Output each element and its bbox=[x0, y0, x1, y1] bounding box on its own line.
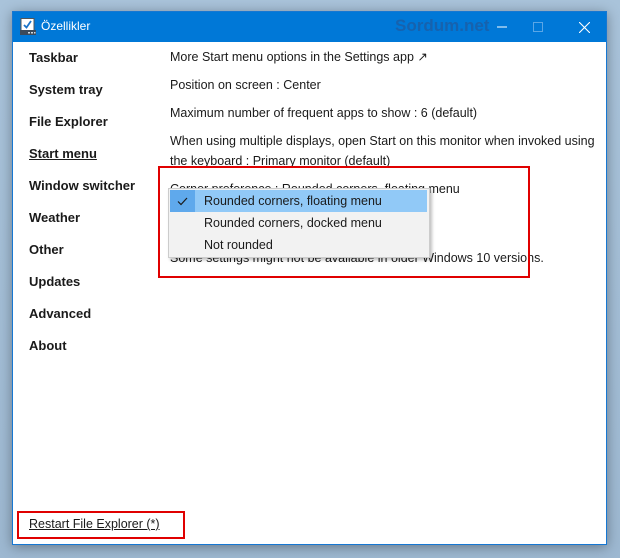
sidebar-item-advanced[interactable]: Advanced bbox=[29, 298, 169, 330]
sidebar-item-about[interactable]: About bbox=[29, 330, 169, 362]
sidebar-item-file-explorer[interactable]: File Explorer bbox=[29, 106, 169, 138]
sidebar-item-other[interactable]: Other bbox=[29, 234, 169, 266]
sidebar-item-start-menu[interactable]: Start menu bbox=[29, 138, 169, 170]
close-button[interactable] bbox=[561, 12, 607, 42]
sidebar-item-label: Updates bbox=[29, 274, 81, 289]
dropdown-option-label: Rounded corners, docked menu bbox=[204, 216, 382, 230]
dropdown-option-not-rounded[interactable]: Not rounded bbox=[169, 234, 429, 256]
window-title: Özellikler bbox=[41, 19, 91, 33]
sidebar-item-system-tray[interactable]: System tray bbox=[29, 74, 169, 106]
position-on-screen-setting[interactable]: Position on screen : Center bbox=[170, 72, 600, 98]
frequent-apps-setting[interactable]: Maximum number of frequent apps to show … bbox=[170, 100, 600, 126]
settings-app-link[interactable]: More Start menu options in the Settings … bbox=[170, 44, 600, 70]
checkmark-icon bbox=[170, 190, 195, 212]
minimize-icon bbox=[497, 26, 507, 28]
dropdown-option-label: Rounded corners, floating menu bbox=[204, 194, 382, 208]
sidebar-item-weather[interactable]: Weather bbox=[29, 202, 169, 234]
sidebar-item-label: Window switcher bbox=[29, 178, 136, 193]
sidebar-item-label: File Explorer bbox=[29, 114, 108, 129]
dropdown-option-floating[interactable]: Rounded corners, floating menu bbox=[170, 190, 427, 212]
corner-preference-dropdown: Rounded corners, floating menu Rounded c… bbox=[168, 188, 430, 258]
sidebar-nav: Taskbar System tray File Explorer Start … bbox=[29, 42, 169, 362]
sidebar-item-taskbar[interactable]: Taskbar bbox=[29, 42, 169, 74]
restart-file-explorer-link[interactable]: Restart File Explorer (*) bbox=[29, 517, 160, 531]
title-bar[interactable]: Özellikler Sordum.net bbox=[13, 12, 606, 42]
close-icon bbox=[578, 21, 590, 33]
sidebar-item-label: Other bbox=[29, 242, 64, 257]
properties-window: Özellikler Sordum.net Taskbar System tra… bbox=[12, 11, 607, 545]
sidebar-item-label: Taskbar bbox=[29, 50, 78, 65]
maximize-icon bbox=[533, 22, 543, 32]
sidebar-item-label: About bbox=[29, 338, 67, 353]
sidebar-item-label: Advanced bbox=[29, 306, 92, 321]
app-icon bbox=[20, 18, 36, 35]
dropdown-option-docked[interactable]: Rounded corners, docked menu bbox=[169, 212, 429, 234]
sidebar-item-updates[interactable]: Updates bbox=[29, 266, 169, 298]
dropdown-option-label: Not rounded bbox=[204, 238, 273, 252]
sidebar-item-label: Weather bbox=[29, 210, 81, 225]
sidebar-item-label: System tray bbox=[29, 82, 103, 97]
sidebar-item-label: Start menu bbox=[29, 146, 97, 161]
sidebar-item-window-switcher[interactable]: Window switcher bbox=[29, 170, 169, 202]
watermark: Sordum.net bbox=[395, 16, 490, 35]
maximize-button[interactable] bbox=[515, 12, 561, 42]
